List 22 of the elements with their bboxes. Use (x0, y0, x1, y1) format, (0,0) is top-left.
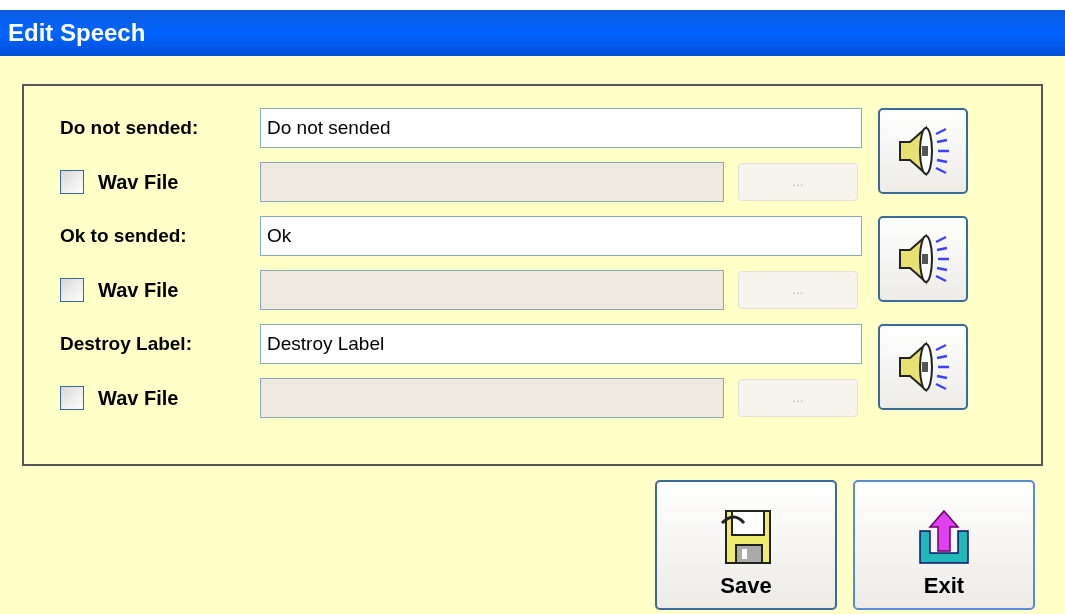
text-field[interactable]: Destroy Label (260, 324, 862, 364)
floppy-disk-icon (718, 507, 774, 567)
checkbox-label: Wav File (98, 278, 179, 303)
play-sound-button[interactable] (878, 216, 968, 302)
wav-path-field[interactable] (260, 270, 724, 310)
window-title: Edit Speech (8, 18, 146, 48)
wav-path-field[interactable] (260, 162, 724, 202)
checkbox-label: Wav File (98, 170, 179, 195)
play-sound-button[interactable] (878, 108, 968, 194)
play-sound-button[interactable] (878, 324, 968, 410)
checkbox[interactable] (60, 386, 84, 410)
save-button[interactable]: Save (655, 480, 837, 610)
field-label: Do not sended: (60, 115, 200, 140)
checkbox-label: Wav File (98, 386, 179, 411)
wav-path-field[interactable] (260, 378, 724, 418)
field-label: Destroy Label: (60, 331, 193, 356)
checkbox[interactable] (60, 170, 84, 194)
text-field[interactable]: Ok (260, 216, 862, 256)
exit-button[interactable]: Exit (853, 480, 1035, 610)
field-label: Ok to sended: (60, 223, 188, 248)
checkbox[interactable] (60, 278, 84, 302)
text-field[interactable]: Do not sended (260, 108, 862, 148)
